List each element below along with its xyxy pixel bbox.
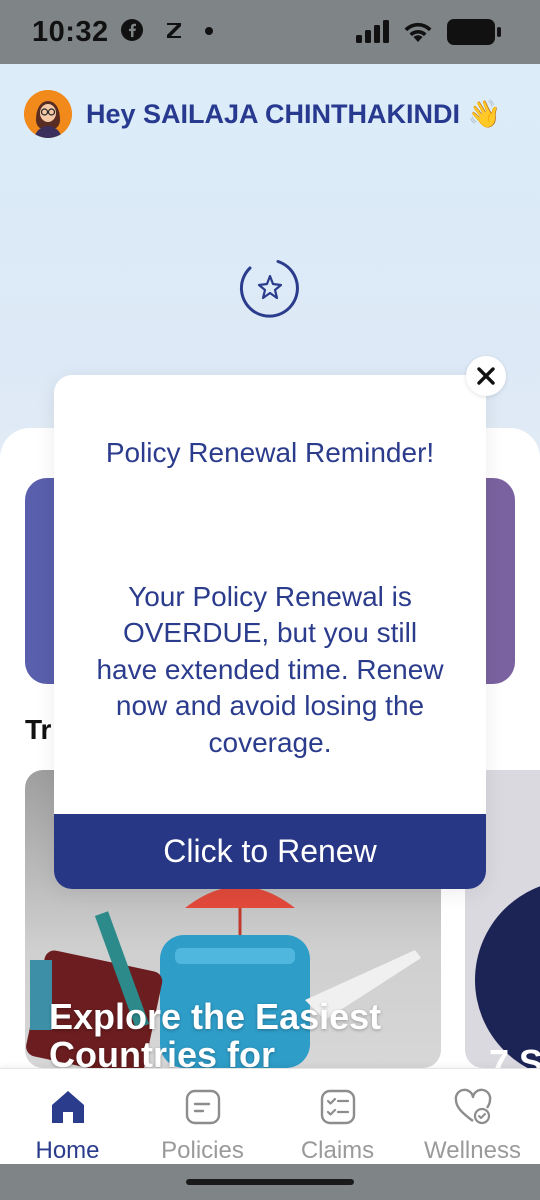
renew-button[interactable]: Click to Renew <box>54 814 486 889</box>
modal-overlay: Policy Renewal Reminder! Your Policy Ren… <box>0 0 540 1200</box>
close-dialog-button[interactable] <box>466 356 506 396</box>
dialog-message: Your Policy Renewal is OVERDUE, but you … <box>96 581 444 758</box>
dialog-title: Policy Renewal Reminder! <box>105 437 435 468</box>
close-icon <box>477 367 495 385</box>
renewal-reminder-dialog: Policy Renewal Reminder! Your Policy Ren… <box>54 375 486 889</box>
